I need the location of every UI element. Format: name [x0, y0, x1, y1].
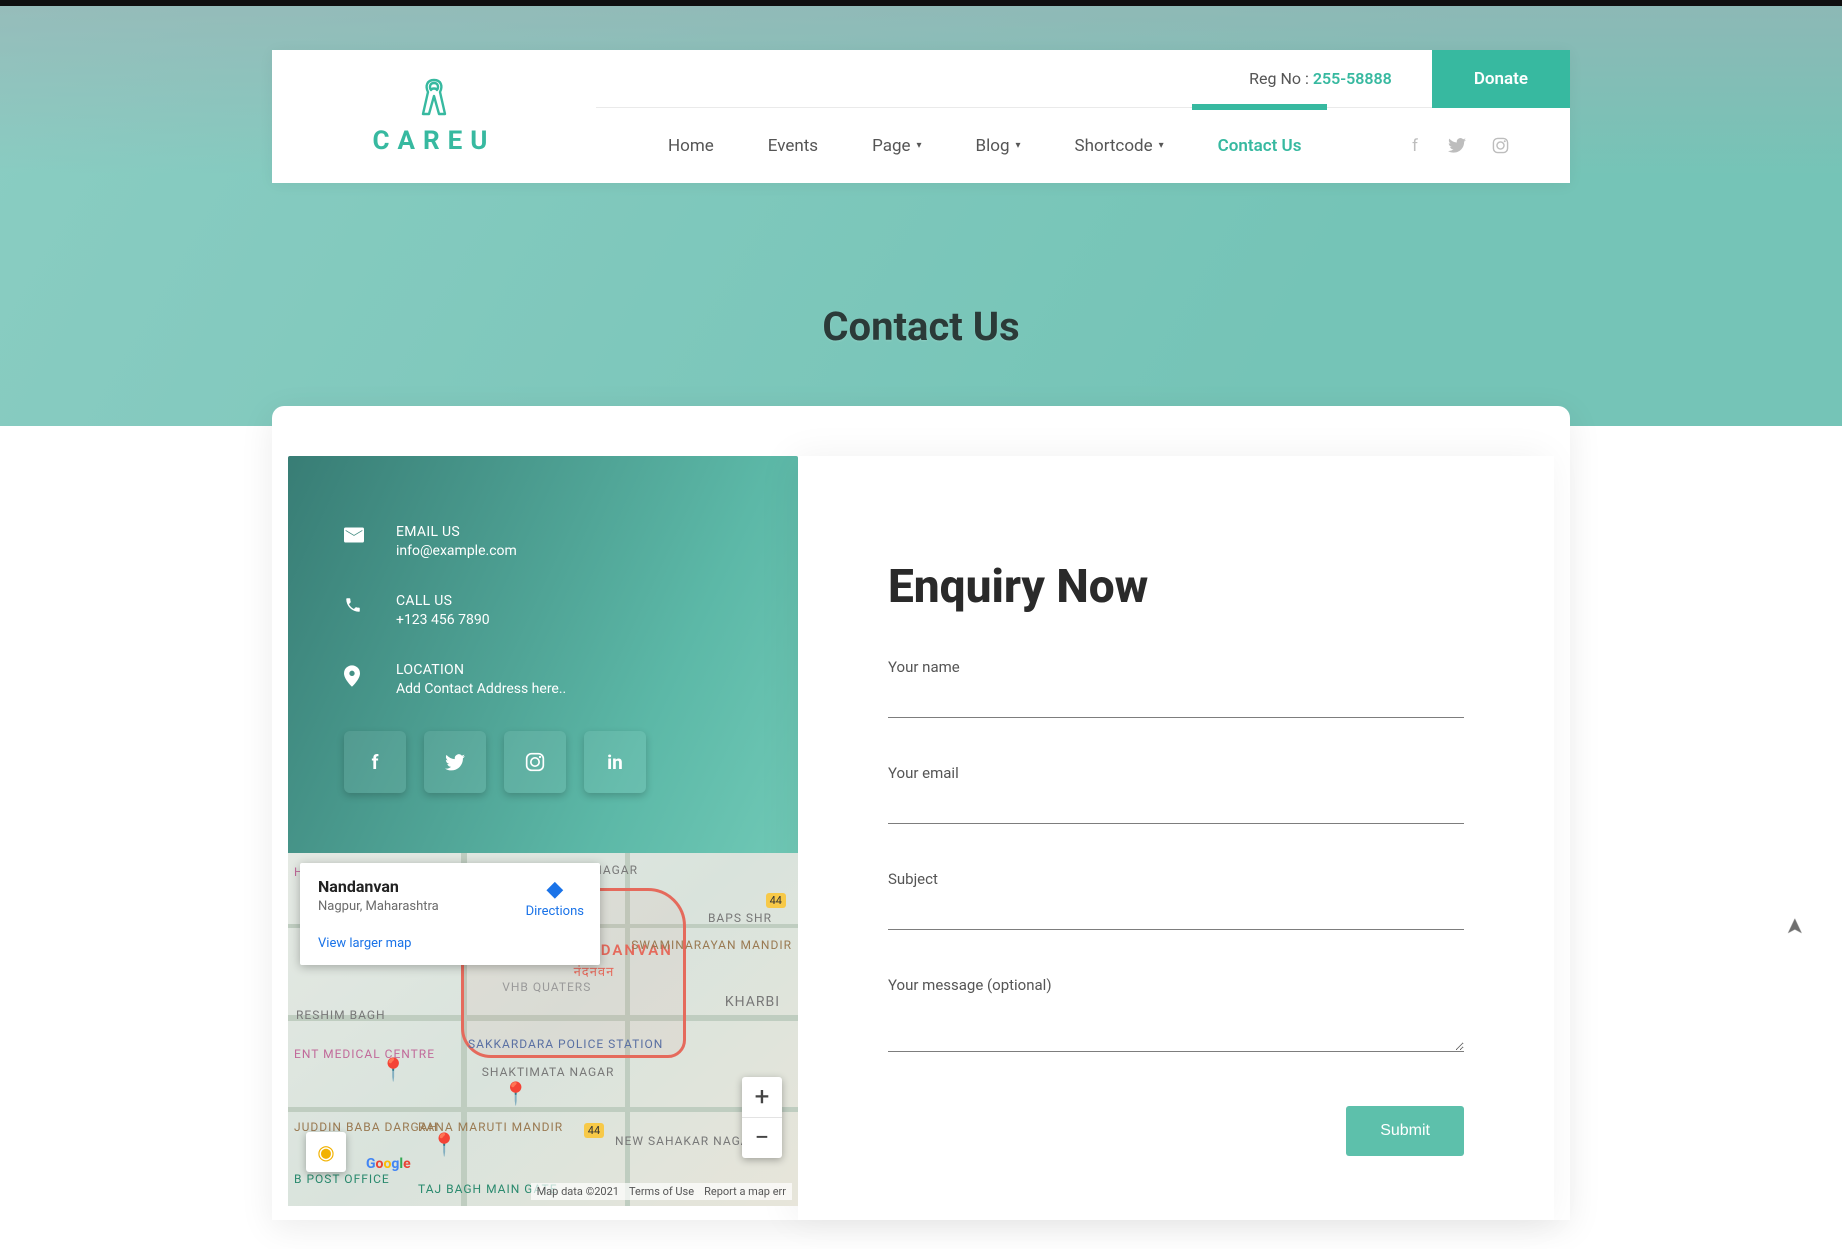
nav-label: Blog — [976, 136, 1010, 156]
reg-label: Reg No : — [1249, 69, 1313, 88]
name-input[interactable] — [888, 694, 1464, 718]
main-nav: Home Events Page ▾ Blog ▾ Shortcode ▾ Conta… — [596, 108, 1570, 183]
info-label: LOCATION — [396, 662, 566, 678]
nav-label: Home — [668, 136, 714, 156]
map-poi-label: b Post Office — [294, 1172, 390, 1186]
envelope-icon — [344, 527, 368, 543]
view-larger-map-link[interactable]: View larger map — [318, 936, 411, 951]
reg-number: Reg No : 255-58888 — [1249, 69, 1392, 88]
road-shield: 44 — [766, 893, 786, 908]
donate-button[interactable]: Donate — [1432, 50, 1570, 108]
nav-label: Contact Us — [1218, 136, 1302, 156]
logo-text: CAREU — [373, 126, 496, 156]
instagram-button[interactable] — [504, 731, 566, 793]
social-row: f in — [344, 731, 742, 793]
nav-page[interactable]: Page ▾ — [846, 108, 947, 183]
site-header: CAREU Reg No : 255-58888 Donate Home Eve… — [272, 50, 1570, 183]
directions-icon: ◆ — [526, 877, 584, 902]
map-pin-icon: 📍 — [380, 1058, 407, 1083]
info-value: +123 456 7890 — [396, 612, 490, 628]
map-terms-link[interactable]: Terms of Use — [629, 1185, 694, 1198]
info-phone: CALL US +123 456 7890 — [344, 593, 742, 628]
map-area-label: RESHIM BAGH — [296, 1008, 386, 1022]
road-shield: 44 — [584, 1123, 604, 1138]
field-name: Your name — [888, 658, 1464, 718]
twitter-icon[interactable] — [1448, 138, 1470, 153]
subject-input[interactable] — [888, 906, 1464, 930]
info-value: Add Contact Address here.. — [396, 681, 566, 697]
map-pin-icon: 📍 — [431, 1133, 458, 1158]
twitter-button[interactable] — [424, 731, 486, 793]
ribbon-icon — [419, 78, 449, 118]
map-pin-icon — [344, 665, 368, 687]
map-attribution: Map data ©2021 Terms of Use Report a map… — [531, 1183, 792, 1200]
field-label: Your email — [888, 764, 1464, 782]
linkedin-button[interactable]: in — [584, 731, 646, 793]
page-title: Contact Us — [272, 303, 1570, 350]
topbar: Reg No : 255-58888 Donate — [596, 50, 1570, 108]
logo[interactable]: CAREU — [272, 50, 596, 183]
field-label: Your message (optional) — [888, 976, 1464, 994]
map-area-label: BAPS Shr — [708, 911, 772, 925]
nav-home[interactable]: Home — [642, 108, 740, 183]
map-area-label: नंदनवन — [574, 962, 615, 980]
contact-info-panel: EMAIL US info@example.com CALL US +123 4… — [288, 456, 798, 1220]
zoom-out-button[interactable]: − — [742, 1118, 782, 1158]
nav-label: Page — [872, 136, 910, 156]
nav-contact-us[interactable]: Contact Us — [1192, 108, 1328, 183]
map-data-text: Map data ©2021 — [537, 1185, 619, 1198]
google-logo[interactable]: Google — [366, 1156, 411, 1172]
chevron-down-icon: ▾ — [1016, 140, 1021, 151]
directions-button[interactable]: ◆ Directions — [526, 877, 584, 919]
instagram-icon[interactable] — [1492, 137, 1514, 154]
map-zoom-controls: + − — [742, 1077, 782, 1158]
nav-label: Events — [768, 136, 818, 156]
info-value: info@example.com — [396, 543, 517, 559]
enquiry-form: Enquiry Now Your name Your email Subject… — [798, 456, 1554, 1220]
map-area-label: SHAKTIMATA NAGAR — [482, 1065, 615, 1079]
map[interactable]: SHASHTRI NAGAR BAPS Shr RESHIM BAGH KHAR… — [288, 853, 798, 1206]
map-poi-label: Rana Maruti Mandir — [418, 1120, 563, 1134]
info-label: CALL US — [396, 593, 490, 609]
contact-card: EMAIL US info@example.com CALL US +123 4… — [272, 406, 1570, 1220]
zoom-in-button[interactable]: + — [742, 1077, 782, 1117]
info-email: EMAIL US info@example.com — [344, 524, 742, 559]
chevron-down-icon: ▾ — [917, 140, 922, 151]
pegman-button[interactable]: ◉ — [306, 1132, 346, 1172]
map-poi-label: Swaminarayan Mandir — [631, 938, 792, 952]
facebook-button[interactable]: f — [344, 731, 406, 793]
nav-shortcode[interactable]: Shortcode ▾ — [1049, 108, 1190, 183]
message-textarea[interactable] — [888, 1012, 1464, 1052]
submit-button[interactable]: Submit — [1346, 1106, 1464, 1156]
phone-icon — [344, 596, 368, 614]
map-infowindow: Nandanvan Nagpur, Maharashtra View large… — [300, 863, 600, 965]
map-poi-label: ent Medical Centre — [294, 1047, 435, 1061]
reg-value: 255-58888 — [1313, 69, 1392, 88]
info-location: LOCATION Add Contact Address here.. — [344, 662, 742, 697]
field-message: Your message (optional) — [888, 976, 1464, 1056]
facebook-icon[interactable]: f — [1404, 136, 1426, 156]
chevron-down-icon: ▾ — [1159, 140, 1164, 151]
field-label: Subject — [888, 870, 1464, 888]
field-email: Your email — [888, 764, 1464, 824]
field-subject: Subject — [888, 870, 1464, 930]
nav-events[interactable]: Events — [742, 108, 844, 183]
field-label: Your name — [888, 658, 1464, 676]
nav-label: Shortcode — [1075, 136, 1153, 156]
email-input[interactable] — [888, 800, 1464, 824]
map-area-label: KHARBI — [725, 994, 780, 1010]
map-area-label: VHB QUATERS — [502, 980, 591, 994]
scroll-to-top-button[interactable]: ➤ — [1782, 917, 1807, 935]
map-pin-icon: 📍 — [502, 1082, 529, 1107]
nav-blog[interactable]: Blog ▾ — [950, 108, 1047, 183]
map-poi-label: Sakkardara Police Station — [468, 1037, 663, 1051]
directions-label: Directions — [526, 904, 584, 919]
map-report-link[interactable]: Report a map err — [704, 1185, 786, 1198]
map-area-label: NEW SAHAKAR NAGAR — [615, 1134, 758, 1148]
info-label: EMAIL US — [396, 524, 517, 540]
form-title: Enquiry Now — [888, 560, 1464, 614]
